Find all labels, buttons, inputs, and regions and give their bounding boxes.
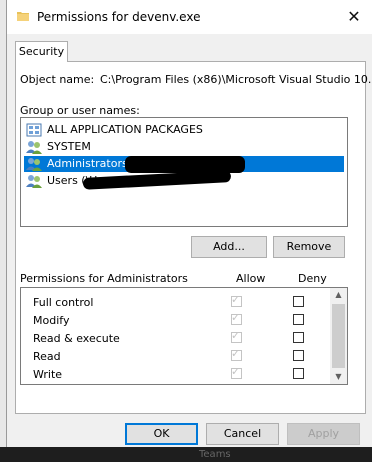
apply-button[interactable]: Apply — [287, 423, 360, 445]
permission-row: Read & execute ✓ — [21, 329, 331, 347]
cancel-button[interactable]: Cancel — [206, 423, 279, 445]
permission-name: Modify — [33, 314, 70, 327]
remove-button[interactable]: Remove — [273, 236, 345, 258]
permissions-for-label: Permissions for Administrators — [20, 272, 188, 285]
packages-icon — [26, 123, 42, 137]
allow-checkbox[interactable]: ✓ — [231, 311, 242, 325]
folder-icon — [17, 12, 29, 21]
list-item-label: ALL APPLICATION PACKAGES — [47, 123, 203, 136]
permission-name: Read & execute — [33, 332, 120, 345]
check-icon: ✓ — [231, 329, 241, 342]
list-item-label: SYSTEM — [47, 140, 91, 153]
background-teams-text: Teams — [199, 449, 231, 460]
permission-row: Full control ✓ — [21, 293, 331, 311]
ok-button[interactable]: OK — [125, 423, 198, 445]
permissions-scrollbar[interactable]: ▲ ▼ — [330, 288, 347, 384]
users-icon — [26, 158, 42, 171]
deny-checkbox[interactable] — [293, 296, 304, 307]
permission-name: Read — [33, 350, 61, 363]
add-button[interactable]: Add... — [191, 236, 267, 258]
permission-name: Write — [33, 368, 63, 381]
check-icon: ✓ — [231, 311, 241, 324]
group-names-label: Group or user names: — [20, 104, 140, 117]
title-bar[interactable]: Permissions for devenv.exe ✕ — [7, 0, 372, 34]
tab-security[interactable]: Security — [15, 41, 68, 62]
list-item[interactable]: ALL APPLICATION PACKAGES — [24, 122, 344, 138]
object-name-label: Object name: — [20, 73, 95, 86]
users-icon — [26, 175, 42, 188]
allow-checkbox[interactable]: ✓ — [231, 365, 242, 379]
users-icon — [26, 141, 42, 154]
permission-name: Full control — [33, 296, 94, 309]
object-name-value: C:\Program Files (x86)\Microsoft Visual … — [100, 73, 372, 86]
scroll-up-icon[interactable]: ▲ — [330, 288, 347, 302]
group-names-list[interactable]: ALL APPLICATION PACKAGES SYSTEM Administ… — [20, 117, 348, 227]
deny-checkbox[interactable] — [293, 368, 304, 379]
permission-row: Read ✓ — [21, 347, 331, 365]
check-icon: ✓ — [231, 365, 241, 378]
background-taskbar — [0, 447, 372, 462]
scroll-down-icon[interactable]: ▼ — [330, 370, 347, 384]
close-button[interactable]: ✕ — [341, 4, 367, 30]
deny-checkbox[interactable] — [293, 332, 304, 343]
allow-checkbox[interactable]: ✓ — [231, 329, 242, 343]
allow-checkbox[interactable]: ✓ — [231, 347, 242, 361]
check-icon: ✓ — [231, 293, 241, 306]
permission-row: Modify ✓ — [21, 311, 331, 329]
allow-column-header: Allow — [236, 272, 266, 285]
permission-row: Write ✓ — [21, 365, 331, 383]
list-item[interactable]: SYSTEM — [24, 139, 344, 155]
allow-checkbox[interactable]: ✓ — [231, 293, 242, 307]
window-title: Permissions for devenv.exe — [37, 10, 201, 24]
check-icon: ✓ — [231, 347, 241, 360]
deny-checkbox[interactable] — [293, 350, 304, 361]
permissions-list[interactable]: Full control ✓ Modify ✓ Read & execute ✓… — [20, 287, 348, 385]
deny-checkbox[interactable] — [293, 314, 304, 325]
scroll-thumb[interactable] — [332, 304, 345, 368]
deny-column-header: Deny — [298, 272, 327, 285]
